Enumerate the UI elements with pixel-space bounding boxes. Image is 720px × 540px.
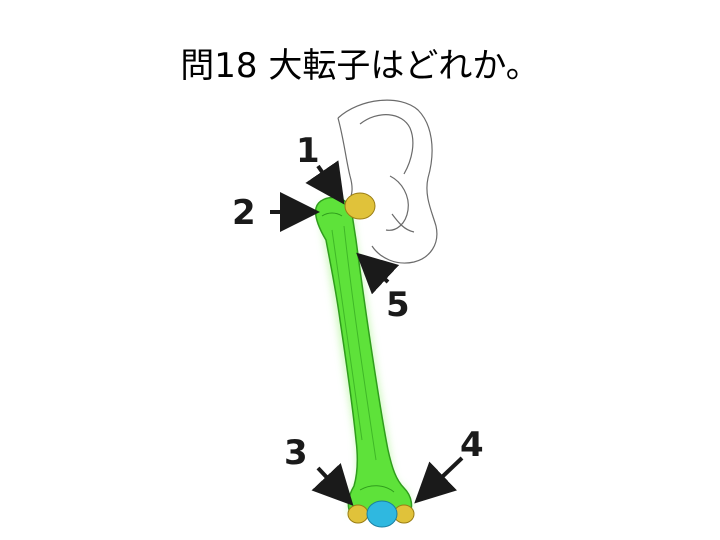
arrow-3 xyxy=(311,462,354,506)
arrow-5 xyxy=(356,252,400,295)
label-5: 5 xyxy=(386,285,410,325)
label-1: 1 xyxy=(296,131,320,171)
femur-bone-icon xyxy=(314,196,413,517)
patella-icon xyxy=(366,500,398,528)
label-2: 2 xyxy=(232,193,256,233)
slide: 問18 大転子はどれか。 1 2 3 4 5 xyxy=(0,0,720,540)
arrow-1 xyxy=(305,160,345,205)
label-4: 4 xyxy=(460,425,484,465)
arrow-4 xyxy=(414,456,464,504)
femur-figure: 1 2 3 4 5 xyxy=(232,99,484,528)
femoral-head-cartilage xyxy=(344,192,376,220)
label-3: 3 xyxy=(284,433,308,473)
distal-condyles xyxy=(347,500,415,528)
